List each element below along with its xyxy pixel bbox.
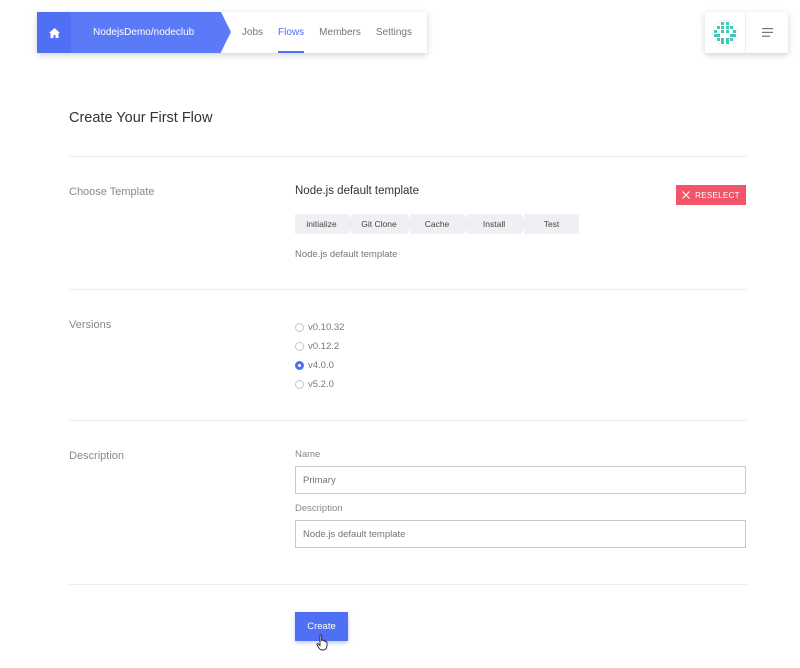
divider bbox=[69, 420, 747, 421]
version-option[interactable]: v0.12.2 bbox=[295, 337, 344, 356]
version-option[interactable]: v0.10.32 bbox=[295, 318, 344, 337]
reselect-label: RESELECT bbox=[695, 190, 740, 200]
radio-icon[interactable] bbox=[295, 380, 304, 389]
page: NodejsDemo/nodeclub Jobs Flows Members S… bbox=[0, 0, 800, 668]
version-label: v4.0.0 bbox=[308, 360, 334, 371]
template-name: Node.js default template bbox=[295, 185, 420, 197]
step-install: Install bbox=[467, 214, 527, 234]
user-tools bbox=[705, 12, 788, 53]
repo-breadcrumb[interactable]: NodejsDemo/nodeclub bbox=[71, 12, 231, 53]
radio-icon[interactable] bbox=[295, 342, 304, 351]
tab-members[interactable]: Members bbox=[319, 12, 361, 53]
step-cache: Cache bbox=[410, 214, 470, 234]
name-input[interactable] bbox=[295, 466, 746, 494]
version-label: v0.10.32 bbox=[308, 322, 345, 333]
tab-jobs[interactable]: Jobs bbox=[242, 12, 263, 53]
name-field-label: Name bbox=[295, 449, 321, 460]
pipeline-steps: initialize Git Clone Cache Install Test bbox=[295, 214, 582, 234]
repo-name: NodejsDemo/nodeclub bbox=[93, 27, 195, 38]
section-label-template: Choose Template bbox=[69, 186, 155, 198]
template-description: Node.js default template bbox=[295, 249, 398, 260]
section-label-description: Description bbox=[69, 450, 125, 462]
tab-settings[interactable]: Settings bbox=[376, 12, 412, 53]
avatar[interactable] bbox=[705, 12, 746, 53]
reselect-button[interactable]: RESELECT bbox=[676, 185, 746, 205]
page-title: Create Your First Flow bbox=[69, 110, 213, 126]
divider bbox=[69, 289, 747, 290]
version-radio-group: v0.10.32 v0.12.2 v4.0.0 v5.2.0 bbox=[295, 318, 344, 394]
version-label: v0.12.2 bbox=[308, 341, 340, 352]
radio-checked-icon[interactable] bbox=[295, 361, 304, 370]
step-test: Test bbox=[524, 214, 579, 234]
radio-icon[interactable] bbox=[295, 323, 304, 332]
tab-flows[interactable]: Flows bbox=[278, 12, 305, 53]
avatar-icon bbox=[712, 19, 738, 46]
close-icon bbox=[682, 191, 691, 199]
home-button[interactable] bbox=[37, 12, 72, 53]
hand-pointer-icon bbox=[316, 634, 328, 651]
step-git-clone: Git Clone bbox=[351, 214, 413, 234]
description-input[interactable] bbox=[295, 520, 746, 548]
menu-button[interactable] bbox=[746, 12, 788, 53]
version-option-selected[interactable]: v4.0.0 bbox=[295, 356, 344, 375]
description-field-label: Description bbox=[295, 503, 343, 514]
divider bbox=[69, 156, 747, 157]
step-initialize: initialize bbox=[295, 214, 354, 234]
divider bbox=[69, 584, 747, 585]
section-label-versions: Versions bbox=[69, 319, 112, 331]
hamburger-menu-icon bbox=[761, 28, 773, 37]
nav-tabs: Jobs Flows Members Settings bbox=[242, 12, 427, 53]
version-label: v5.2.0 bbox=[308, 379, 334, 390]
home-icon bbox=[48, 27, 60, 38]
version-option[interactable]: v5.2.0 bbox=[295, 375, 344, 394]
top-navbar: NodejsDemo/nodeclub Jobs Flows Members S… bbox=[37, 12, 427, 53]
